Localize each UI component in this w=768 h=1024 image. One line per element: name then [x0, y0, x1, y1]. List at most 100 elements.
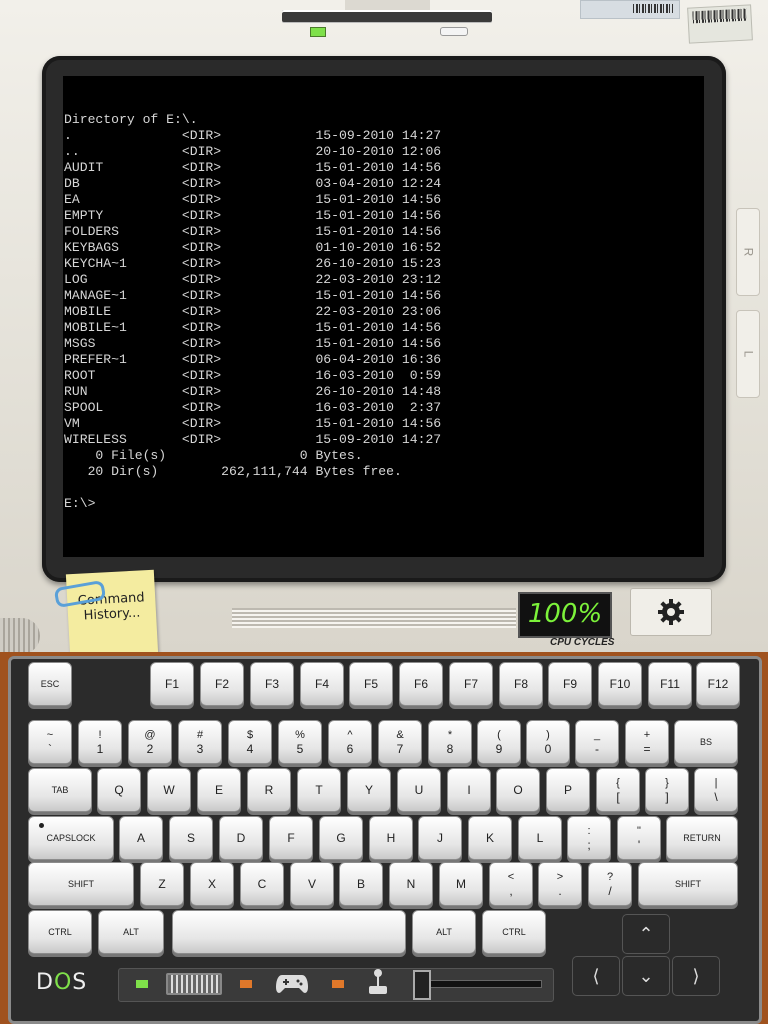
- f4-key[interactable]: F4: [300, 662, 344, 706]
- letter-key-q[interactable]: Q: [97, 768, 141, 812]
- f10-key[interactable]: F10: [598, 662, 642, 706]
- key-shift-label: ?: [606, 871, 614, 883]
- key-label: L: [536, 831, 544, 845]
- number-key[interactable]: ^ 6: [328, 720, 372, 764]
- key-label: ALT: [123, 927, 139, 937]
- key-label: 2: [146, 742, 154, 756]
- volume-slider-track[interactable]: [416, 980, 542, 988]
- letter-key-s[interactable]: S: [169, 816, 213, 860]
- letter-key-f[interactable]: F: [269, 816, 313, 860]
- capslock-key[interactable]: CAPSLOCK: [28, 816, 114, 860]
- left-shift-key[interactable]: SHIFT: [28, 862, 134, 906]
- symbol-key[interactable]: " ': [617, 816, 661, 860]
- number-key[interactable]: @2: [128, 720, 172, 764]
- number-key[interactable]: #3: [178, 720, 222, 764]
- letter-key-e[interactable]: E: [197, 768, 241, 812]
- backspace-key[interactable]: BS: [674, 720, 738, 764]
- right-shift-key[interactable]: SHIFT: [638, 862, 738, 906]
- f2-key[interactable]: F2: [200, 662, 244, 706]
- key-label: R: [264, 783, 274, 797]
- arrow-down-key[interactable]: ⌄: [622, 956, 670, 996]
- letter-key-u[interactable]: U: [397, 768, 441, 812]
- f9-key[interactable]: F9: [548, 662, 592, 706]
- key-label: F7: [463, 677, 478, 691]
- f3-key[interactable]: F3: [250, 662, 294, 706]
- letter-key-r[interactable]: R: [247, 768, 291, 812]
- settings-button[interactable]: [630, 588, 712, 636]
- letter-key-w[interactable]: W: [147, 768, 191, 812]
- letter-key-p[interactable]: P: [546, 768, 590, 812]
- f11-key[interactable]: F11: [648, 662, 692, 706]
- number-key[interactable]: ) 0: [526, 720, 570, 764]
- number-key[interactable]: $4: [228, 720, 272, 764]
- letter-key-h[interactable]: H: [369, 816, 413, 860]
- f8-key[interactable]: F8: [499, 662, 543, 706]
- letter-key-v[interactable]: V: [290, 862, 334, 906]
- number-key[interactable]: + =: [625, 720, 669, 764]
- joystick-icon[interactable]: [366, 968, 390, 996]
- right-mouse-button[interactable]: R: [736, 208, 760, 296]
- volume-slider-thumb[interactable]: [413, 970, 431, 1000]
- dos-screen[interactable]: Directory of E:\.. <DIR> 15-09-2010 14:2…: [63, 76, 704, 557]
- letter-key-a[interactable]: A: [119, 816, 163, 860]
- gamepad-icon[interactable]: [276, 972, 308, 994]
- esc-key[interactable]: ESC: [28, 662, 72, 706]
- cpu-cycles-display[interactable]: 100%: [518, 592, 612, 638]
- number-key[interactable]: ~ `: [28, 720, 72, 764]
- letter-key-i[interactable]: I: [447, 768, 491, 812]
- symbol-key[interactable]: }]: [645, 768, 689, 812]
- arrow-left-key[interactable]: ⟨: [572, 956, 620, 996]
- letter-key-l[interactable]: L: [518, 816, 562, 860]
- arrow-right-key[interactable]: ⟩: [672, 956, 720, 996]
- tab-key[interactable]: TAB: [28, 768, 92, 812]
- return-key[interactable]: RETURN: [666, 816, 738, 860]
- letter-key-m[interactable]: M: [439, 862, 483, 906]
- letter-key-o[interactable]: O: [496, 768, 540, 812]
- letter-key-n[interactable]: N: [389, 862, 433, 906]
- number-key[interactable]: & 7: [378, 720, 422, 764]
- space-key[interactable]: [172, 910, 406, 954]
- letter-key-d[interactable]: D: [219, 816, 263, 860]
- left-alt-key[interactable]: ALT: [98, 910, 164, 954]
- number-key[interactable]: ! 1: [78, 720, 122, 764]
- keyboard-icon[interactable]: [166, 973, 222, 995]
- symbol-key[interactable]: | \: [694, 768, 738, 812]
- key-shift-label: %: [295, 729, 305, 741]
- number-key[interactable]: % 5: [278, 720, 322, 764]
- key-label: 8: [446, 742, 454, 756]
- letter-key-b[interactable]: B: [339, 862, 383, 906]
- letter-key-j[interactable]: J: [418, 816, 462, 860]
- letter-key-c[interactable]: C: [240, 862, 284, 906]
- symbol-key[interactable]: :;: [567, 816, 611, 860]
- f1-key[interactable]: F1: [150, 662, 194, 706]
- f5-key[interactable]: F5: [349, 662, 393, 706]
- floppy-slot: [282, 10, 492, 22]
- letter-key-t[interactable]: T: [297, 768, 341, 812]
- number-key[interactable]: * 8: [428, 720, 472, 764]
- key-label: BS: [699, 737, 712, 747]
- number-key[interactable]: _ -: [575, 720, 619, 764]
- power-led: [310, 27, 326, 37]
- right-alt-key[interactable]: ALT: [412, 910, 476, 954]
- f12-key[interactable]: F12: [696, 662, 740, 706]
- f6-key[interactable]: F6: [399, 662, 443, 706]
- letter-key-g[interactable]: G: [319, 816, 363, 860]
- letter-key-y[interactable]: Y: [347, 768, 391, 812]
- symbol-key[interactable]: <,: [489, 862, 533, 906]
- key-label: N: [406, 877, 416, 891]
- right-ctrl-key[interactable]: CTRL: [482, 910, 546, 954]
- key-label: 0: [544, 742, 552, 756]
- letter-key-k[interactable]: K: [468, 816, 512, 860]
- left-ctrl-key[interactable]: CTRL: [28, 910, 92, 954]
- letter-key-x[interactable]: X: [190, 862, 234, 906]
- symbol-key[interactable]: {[: [596, 768, 640, 812]
- f7-key[interactable]: F7: [449, 662, 493, 706]
- eject-button[interactable]: [440, 27, 468, 36]
- letter-key-z[interactable]: Z: [140, 862, 184, 906]
- left-mouse-button[interactable]: L: [736, 310, 760, 398]
- terminal-line: 20 Dir(s) 262,111,744 Bytes free.: [64, 464, 402, 479]
- arrow-up-key[interactable]: ⌃: [622, 914, 670, 954]
- symbol-key[interactable]: >.: [538, 862, 582, 906]
- symbol-key[interactable]: ? /: [588, 862, 632, 906]
- number-key[interactable]: (9: [477, 720, 521, 764]
